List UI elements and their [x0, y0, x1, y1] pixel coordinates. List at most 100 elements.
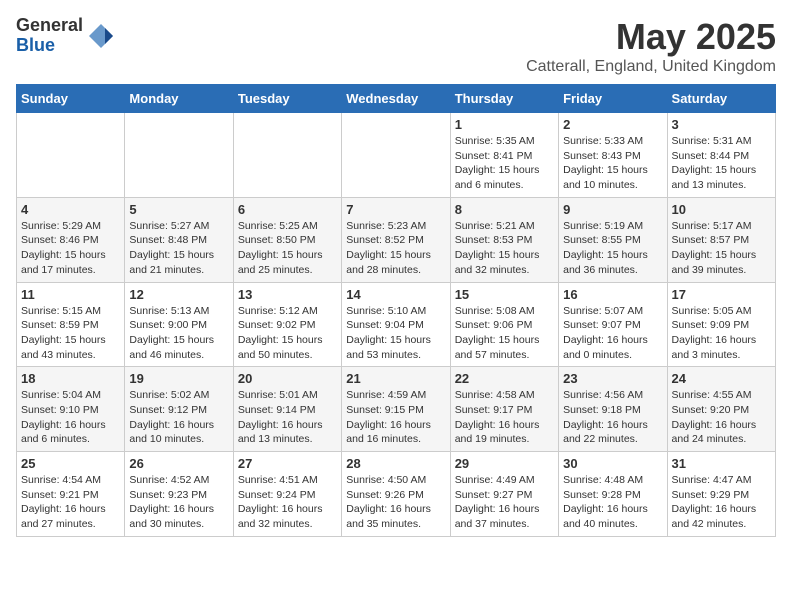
calendar-cell: 19Sunrise: 5:02 AMSunset: 9:12 PMDayligh… [125, 367, 233, 452]
calendar-cell: 24 Sunrise: 4:55 AMSunset: 9:20 PMDayligh… [667, 367, 775, 452]
day-number: 28 [346, 456, 445, 471]
page-header: General Blue May 2025 Catterall, England… [16, 16, 776, 76]
calendar-cell: 17 Sunrise: 5:05 AMSunset: 9:09 PMDayligh… [667, 282, 775, 367]
day-number: 29 [455, 456, 554, 471]
day-info: Sunrise: 4:58 AMSunset: 9:17 PMDaylight:… [455, 388, 554, 447]
calendar-cell: 12 Sunrise: 5:13 AMSunset: 9:00 PMDayligh… [125, 282, 233, 367]
day-info: Sunrise: 5:05 AMSunset: 9:09 PMDaylight:… [672, 304, 771, 363]
day-number: 10 [672, 202, 771, 217]
day-info: Sunrise: 4:54 AMSunset: 9:21 PMDaylight:… [21, 473, 120, 532]
day-number: 3 [672, 117, 771, 132]
day-number: 30 [563, 456, 662, 471]
day-number: 26 [129, 456, 228, 471]
day-number: 31 [672, 456, 771, 471]
day-info: Sunrise: 5:29 AMSunset: 8:46 PMDaylight:… [21, 219, 120, 278]
day-number: 2 [563, 117, 662, 132]
calendar-header-friday: Friday [559, 85, 667, 113]
day-number: 16 [563, 287, 662, 302]
calendar-cell: 6Sunrise: 5:25 AMSunset: 8:50 PMDaylight… [233, 197, 341, 282]
day-info: Sunrise: 5:08 AMSunset: 9:06 PMDaylight:… [455, 304, 554, 363]
day-info: Sunrise: 4:55 AMSunset: 9:20 PMDaylight:… [672, 388, 771, 447]
calendar-cell: 31 Sunrise: 4:47 AMSunset: 9:29 PMDayligh… [667, 452, 775, 537]
calendar-table: SundayMondayTuesdayWednesdayThursdayFrid… [16, 84, 776, 537]
calendar-cell: 26 Sunrise: 4:52 AMSunset: 9:23 PMDayligh… [125, 452, 233, 537]
day-info: Sunrise: 5:19 AMSunset: 8:55 PMDaylight:… [563, 219, 662, 278]
day-number: 25 [21, 456, 120, 471]
calendar-cell: 10 Sunrise: 5:17 AMSunset: 8:57 PMDayligh… [667, 197, 775, 282]
calendar-cell: 30 Sunrise: 4:48 AMSunset: 9:28 PMDayligh… [559, 452, 667, 537]
calendar-cell: 27 Sunrise: 4:51 AMSunset: 9:24 PMDayligh… [233, 452, 341, 537]
day-info: Sunrise: 5:33 AMSunset: 8:43 PMDaylight:… [563, 134, 662, 193]
day-info: Sunrise: 5:15 AMSunset: 8:59 PMDaylight:… [21, 304, 120, 363]
calendar-header-tuesday: Tuesday [233, 85, 341, 113]
day-info: Sunrise: 5:17 AMSunset: 8:57 PMDaylight:… [672, 219, 771, 278]
day-number: 21 [346, 371, 445, 386]
logo-general: General [16, 16, 83, 36]
day-info: Sunrise: 4:47 AMSunset: 9:29 PMDaylight:… [672, 473, 771, 532]
day-info: Sunrise: 4:51 AMSunset: 9:24 PMDaylight:… [238, 473, 337, 532]
calendar-cell: 13 Sunrise: 5:12 AMSunset: 9:02 PMDayligh… [233, 282, 341, 367]
calendar-header-wednesday: Wednesday [342, 85, 450, 113]
calendar-cell: 9 Sunrise: 5:19 AMSunset: 8:55 PMDaylight… [559, 197, 667, 282]
day-number: 6 [238, 202, 337, 217]
day-info: Sunrise: 5:10 AMSunset: 9:04 PMDaylight:… [346, 304, 445, 363]
calendar-cell: 20Sunrise: 5:01 AMSunset: 9:14 PMDayligh… [233, 367, 341, 452]
calendar-cell: 5 Sunrise: 5:27 AMSunset: 8:48 PMDaylight… [125, 197, 233, 282]
calendar-cell: 22Sunrise: 4:58 AMSunset: 9:17 PMDayligh… [450, 367, 558, 452]
day-info: Sunrise: 4:52 AMSunset: 9:23 PMDaylight:… [129, 473, 228, 532]
day-info: Sunrise: 4:59 AMSunset: 9:15 PMDaylight:… [346, 388, 445, 447]
day-info: Sunrise: 5:04 AMSunset: 9:10 PMDaylight:… [21, 388, 120, 447]
calendar-cell: 3Sunrise: 5:31 AMSunset: 8:44 PMDaylight… [667, 113, 775, 198]
day-number: 27 [238, 456, 337, 471]
day-number: 4 [21, 202, 120, 217]
calendar-cell: 28Sunrise: 4:50 AMSunset: 9:26 PMDayligh… [342, 452, 450, 537]
calendar-cell: 29Sunrise: 4:49 AMSunset: 9:27 PMDayligh… [450, 452, 558, 537]
day-number: 11 [21, 287, 120, 302]
calendar-cell: 23 Sunrise: 4:56 AMSunset: 9:18 PMDayligh… [559, 367, 667, 452]
day-info: Sunrise: 5:35 AMSunset: 8:41 PMDaylight:… [455, 134, 554, 193]
day-number: 23 [563, 371, 662, 386]
day-number: 1 [455, 117, 554, 132]
day-info: Sunrise: 5:13 AMSunset: 9:00 PMDaylight:… [129, 304, 228, 363]
day-info: Sunrise: 5:02 AMSunset: 9:12 PMDaylight:… [129, 388, 228, 447]
day-info: Sunrise: 5:07 AMSunset: 9:07 PMDaylight:… [563, 304, 662, 363]
calendar-cell [233, 113, 341, 198]
day-number: 5 [129, 202, 228, 217]
calendar-header-row: SundayMondayTuesdayWednesdayThursdayFrid… [17, 85, 776, 113]
day-number: 14 [346, 287, 445, 302]
calendar-cell: 4 Sunrise: 5:29 AMSunset: 8:46 PMDaylight… [17, 197, 125, 282]
calendar-cell: 16 Sunrise: 5:07 AMSunset: 9:07 PMDayligh… [559, 282, 667, 367]
day-number: 13 [238, 287, 337, 302]
calendar-cell [342, 113, 450, 198]
day-number: 15 [455, 287, 554, 302]
calendar-cell: 7 Sunrise: 5:23 AMSunset: 8:52 PMDaylight… [342, 197, 450, 282]
location: Catterall, England, United Kingdom [526, 58, 776, 76]
day-info: Sunrise: 5:23 AMSunset: 8:52 PMDaylight:… [346, 219, 445, 278]
logo-blue: Blue [16, 36, 83, 56]
day-info: Sunrise: 4:56 AMSunset: 9:18 PMDaylight:… [563, 388, 662, 447]
day-number: 7 [346, 202, 445, 217]
calendar-cell: 11 Sunrise: 5:15 AMSunset: 8:59 PMDayligh… [17, 282, 125, 367]
day-number: 24 [672, 371, 771, 386]
day-info: Sunrise: 4:48 AMSunset: 9:28 PMDaylight:… [563, 473, 662, 532]
title-section: May 2025 Catterall, England, United King… [526, 16, 776, 76]
day-number: 20 [238, 371, 337, 386]
calendar-header-monday: Monday [125, 85, 233, 113]
month-title: May 2025 [526, 16, 776, 58]
day-number: 12 [129, 287, 228, 302]
day-info: Sunrise: 5:12 AMSunset: 9:02 PMDaylight:… [238, 304, 337, 363]
day-number: 17 [672, 287, 771, 302]
calendar-week-row: 1 Sunrise: 5:35 AMSunset: 8:41 PMDaylight… [17, 113, 776, 198]
day-info: Sunrise: 5:27 AMSunset: 8:48 PMDaylight:… [129, 219, 228, 278]
calendar-cell: 1 Sunrise: 5:35 AMSunset: 8:41 PMDaylight… [450, 113, 558, 198]
day-number: 9 [563, 202, 662, 217]
calendar-cell: 18Sunrise: 5:04 AMSunset: 9:10 PMDayligh… [17, 367, 125, 452]
calendar-week-row: 4 Sunrise: 5:29 AMSunset: 8:46 PMDaylight… [17, 197, 776, 282]
calendar-cell: 25 Sunrise: 4:54 AMSunset: 9:21 PMDayligh… [17, 452, 125, 537]
calendar-cell: 8Sunrise: 5:21 AMSunset: 8:53 PMDaylight… [450, 197, 558, 282]
calendar-header-thursday: Thursday [450, 85, 558, 113]
calendar-cell: 14 Sunrise: 5:10 AMSunset: 9:04 PMDayligh… [342, 282, 450, 367]
calendar-cell: 21 Sunrise: 4:59 AMSunset: 9:15 PMDayligh… [342, 367, 450, 452]
calendar-week-row: 11 Sunrise: 5:15 AMSunset: 8:59 PMDayligh… [17, 282, 776, 367]
calendar-week-row: 18Sunrise: 5:04 AMSunset: 9:10 PMDayligh… [17, 367, 776, 452]
